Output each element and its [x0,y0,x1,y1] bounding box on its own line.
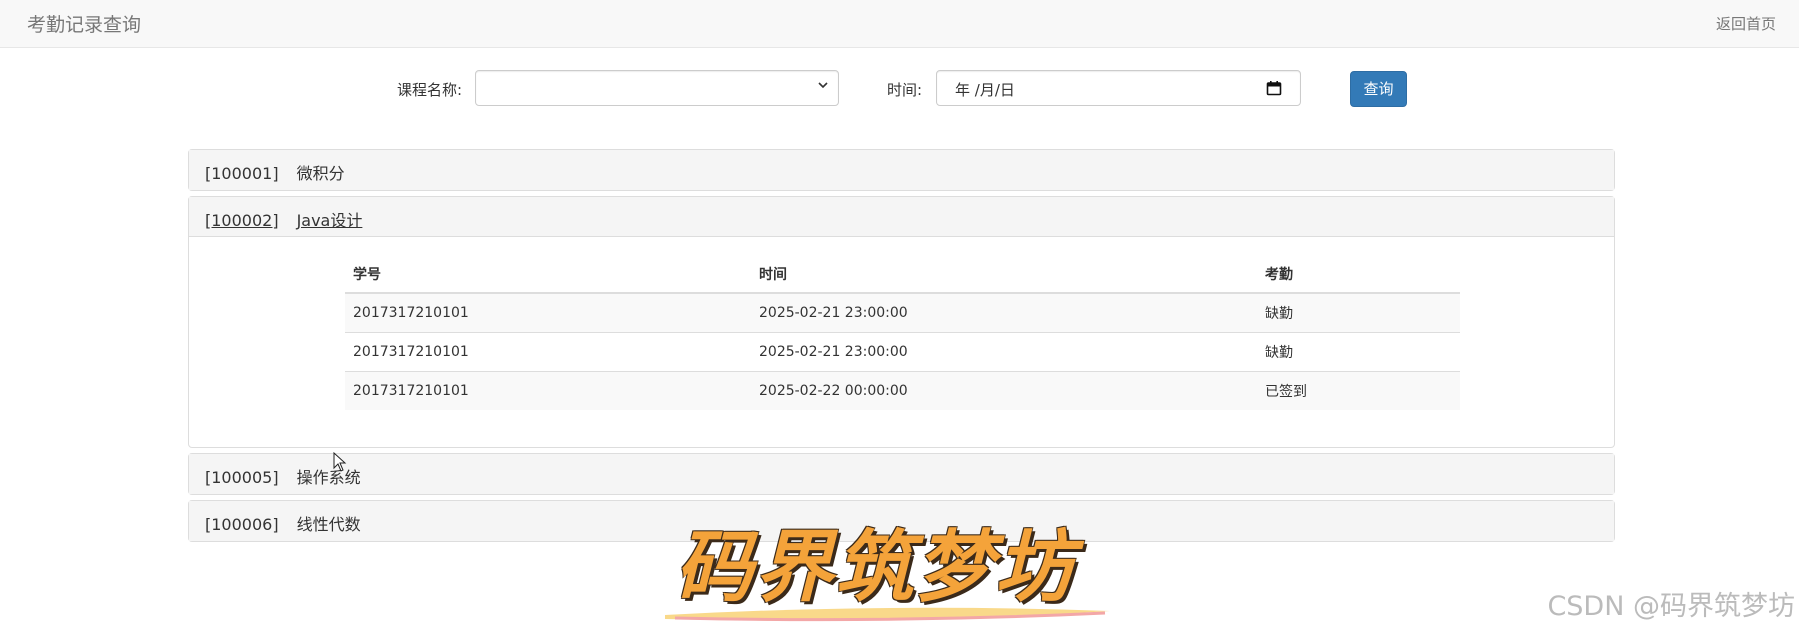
course-panel: [100005] 操作系统 [188,453,1615,495]
calendar-icon[interactable] [1266,80,1282,96]
column-header-time: 时间 [751,255,1257,294]
course-code: [100001] [205,164,279,183]
course-panel: [100001] 微积分 [188,149,1615,191]
csdn-watermark: CSDN @码界筑梦坊 [1547,591,1795,622]
cell-attendance: 已签到 [1257,371,1460,410]
course-select[interactable] [475,70,839,106]
cell-student-id: 2017317210101 [345,371,751,410]
course-panel-expanded: [100002] Java设计 学号 时间 考勤 2017317210101 20… [188,196,1615,448]
table-header-row: 学号 时间 考勤 [345,255,1460,294]
table-row: 2017317210101 2025-02-21 23:00:00 缺勤 [345,332,1460,372]
mouse-cursor-icon [333,452,347,472]
cell-student-id: 2017317210101 [345,292,751,333]
course-panel-body: 学号 时间 考勤 2017317210101 2025-02-21 23:00:… [189,237,1614,447]
course-name: 线性代数 [296,515,361,534]
cell-attendance: 缺勤 [1257,332,1460,372]
course-label: 课程名称: [397,81,463,99]
query-button[interactable]: 查询 [1350,71,1407,107]
column-header-attendance: 考勤 [1257,255,1460,294]
date-placeholder: 年 /月/日 [955,81,1015,99]
course-accordion: [100001] 微积分 [100002] Java设计 学号 时间 考勤 2017… [188,149,1615,547]
cell-attendance: 缺勤 [1257,292,1460,333]
course-code: [100002] [205,211,279,230]
course-panel-heading[interactable]: [100001] 微积分 [189,150,1614,190]
page-title: 考勤记录查询 [27,14,142,36]
watermark-logo-text: 码界筑梦坊 [675,523,1076,613]
home-link[interactable]: 返回首页 [1716,13,1776,34]
time-label: 时间: [887,81,923,99]
cell-time: 2025-02-22 00:00:00 [751,371,1257,410]
course-panel-heading[interactable]: [100002] Java设计 [189,197,1614,237]
watermark-logo: 码界筑梦坊 [655,505,1135,630]
column-header-student-id: 学号 [345,255,751,294]
search-form: 课程名称: 时间: 年 /月/日 查询 [0,70,1799,110]
cell-time: 2025-02-21 23:00:00 [751,332,1257,372]
course-name: Java设计 [296,211,363,230]
attendance-table: 学号 时间 考勤 2017317210101 2025-02-21 23:00:… [345,255,1460,410]
table-row: 2017317210101 2025-02-21 23:00:00 缺勤 [345,292,1460,333]
table-row: 2017317210101 2025-02-22 00:00:00 已签到 [345,371,1460,410]
navbar: 考勤记录查询 返回首页 [0,0,1799,48]
cell-student-id: 2017317210101 [345,332,751,372]
date-input[interactable]: 年 /月/日 [936,70,1301,106]
course-panel-heading[interactable]: [100005] 操作系统 [189,454,1614,494]
course-code: [100006] [205,515,279,534]
chevron-down-icon [818,82,828,89]
course-name: 微积分 [296,164,345,183]
course-code: [100005] [205,468,279,487]
cell-time: 2025-02-21 23:00:00 [751,292,1257,333]
course-name: 操作系统 [296,468,361,487]
